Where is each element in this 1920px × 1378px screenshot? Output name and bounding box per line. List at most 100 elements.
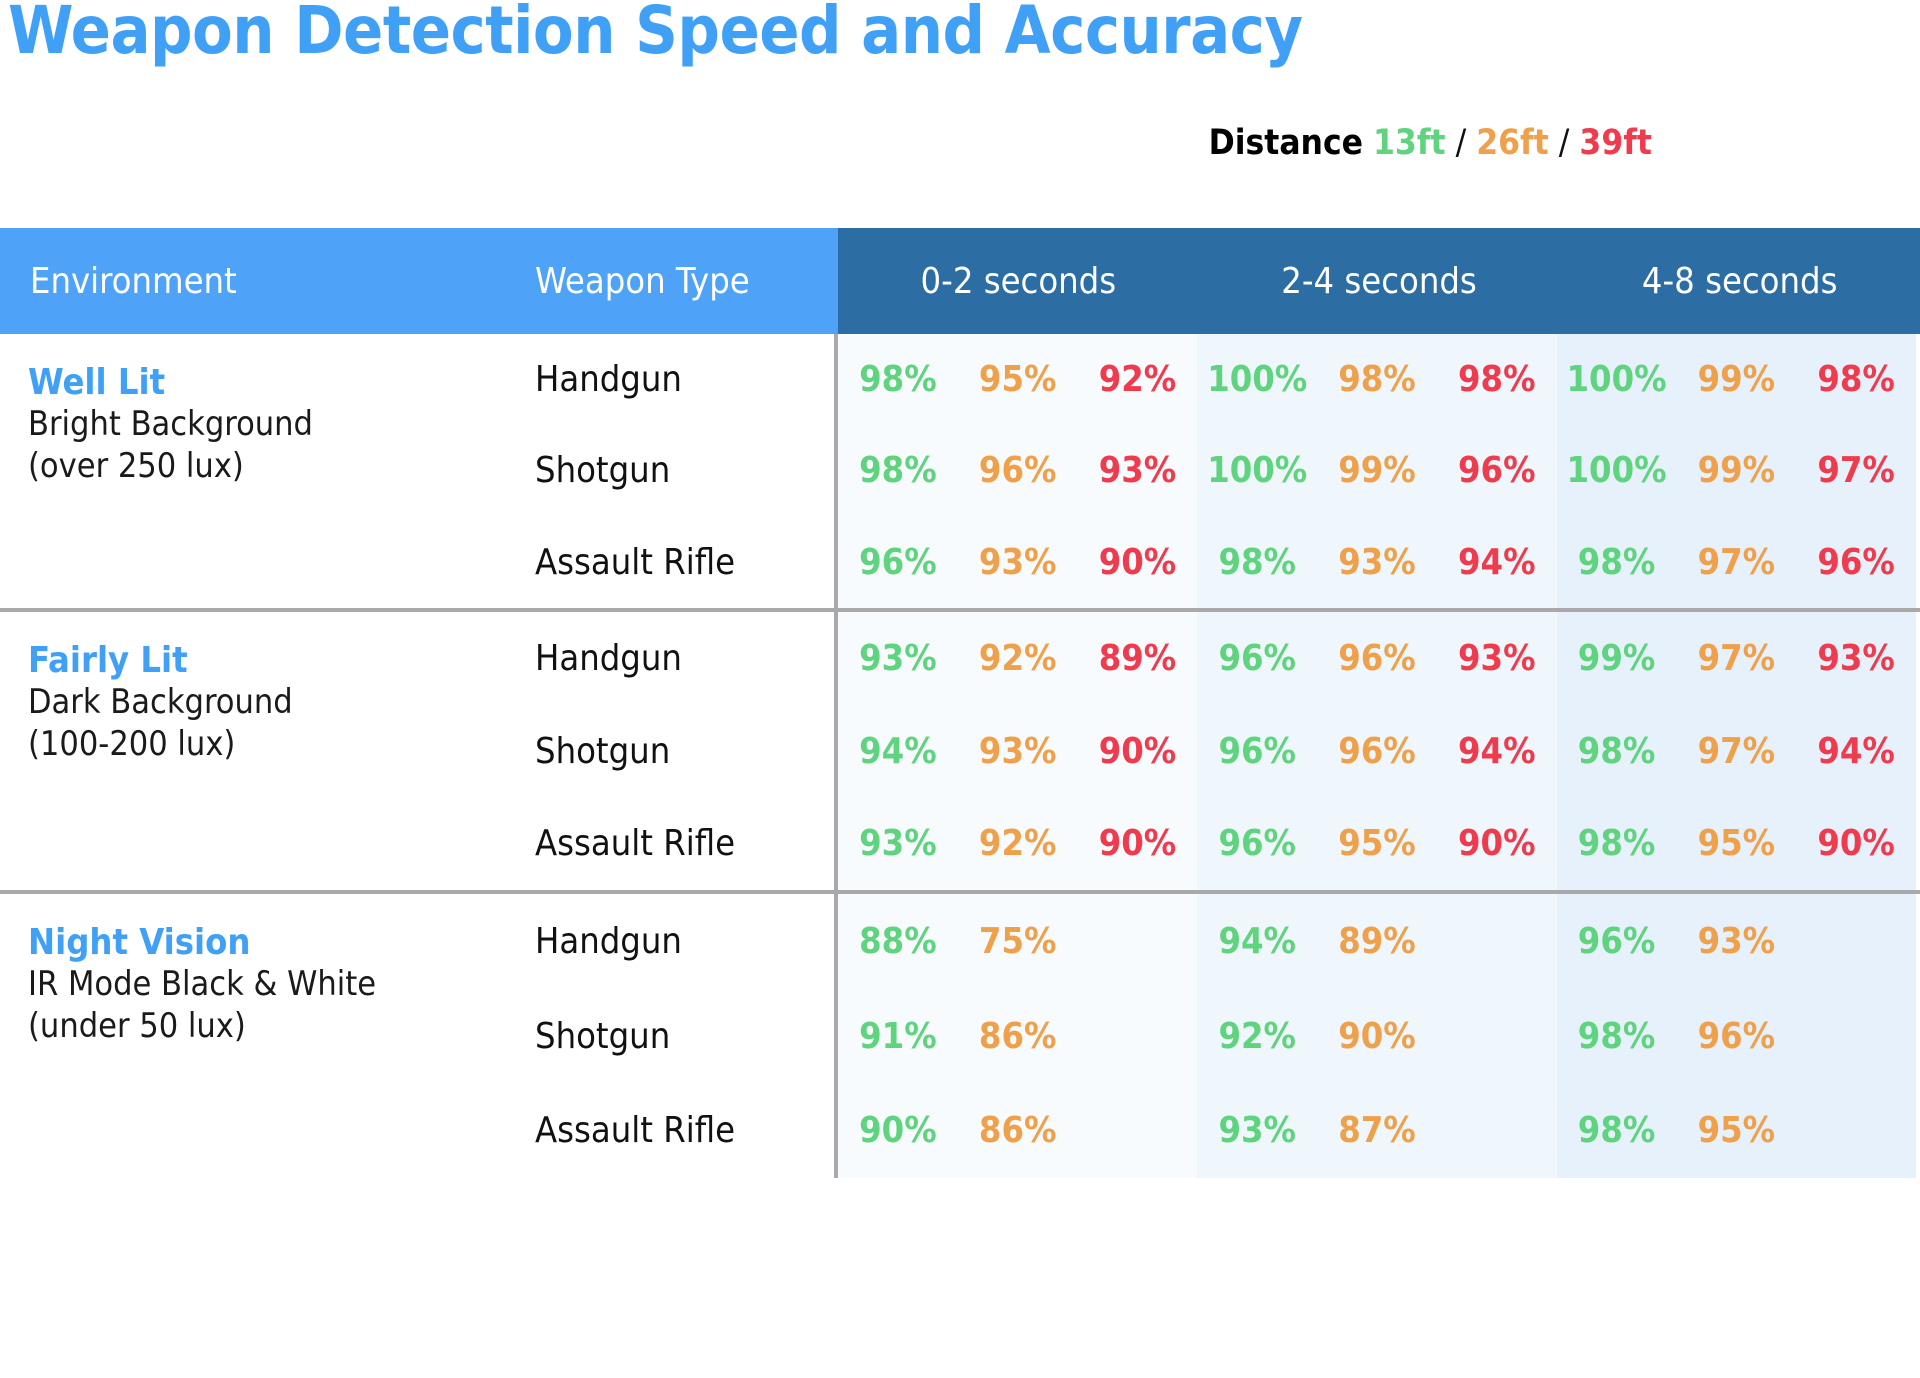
accuracy-value-cell: 95% [1697, 1110, 1776, 1152]
environment-name: Fairly Lit [28, 640, 188, 681]
accuracy-value-cell: 100% [1207, 359, 1308, 401]
accuracy-value-cell: 91% [859, 1015, 937, 1057]
column-header-weapon-type: Weapon Type [530, 228, 838, 334]
accuracy-value-cell: 93% [859, 637, 937, 679]
column-header-time-4-8: 4-8 seconds [1641, 260, 1838, 302]
legend-label: Distance [1208, 123, 1364, 163]
page-title: Weapon Detection Speed and Accuracy [8, 0, 1303, 69]
accuracy-value-cell: 92% [978, 823, 1057, 865]
table-row: 98% 97% 94% [1557, 705, 1916, 798]
accuracy-value-cell: 89% [1338, 920, 1416, 962]
accuracy-value-cell: 96% [1817, 541, 1895, 583]
table-row: 96% 96% 94% [1197, 705, 1556, 798]
accuracy-value-cell: 90% [1098, 541, 1177, 583]
accuracy-value-cell: 98% [1577, 823, 1656, 865]
time-block-column: 100% 99% 98% 100% 99% 97% 98% 97% 96% [1556, 334, 1916, 608]
accuracy-value-cell: 93% [859, 823, 937, 865]
accuracy-value-cell: 98% [1577, 1015, 1656, 1057]
table-row: 96% 96% 93% [1197, 612, 1556, 705]
accuracy-value-cell: 96% [1577, 920, 1656, 962]
accuracy-value-cell: 93% [1338, 541, 1416, 583]
accuracy-value-cell: 95% [1697, 823, 1776, 865]
accuracy-value-cell: 98% [1338, 359, 1416, 401]
table-row: 93% 87% [1197, 1083, 1556, 1178]
environment-lux: (under 50 lux) [28, 1005, 246, 1046]
weapon-type-cell: Handgun [535, 359, 682, 401]
weapon-type-cell: Shotgun [535, 1015, 671, 1057]
accuracy-value-cell: 100% [1566, 359, 1667, 401]
accuracy-value-cell: 97% [1697, 541, 1776, 583]
environment-subtitle: IR Mode Black & White [28, 964, 377, 1005]
accuracy-value-cell: 93% [1817, 637, 1895, 679]
time-block-column: 94% 89% 92% 90% 93% 87% [1197, 894, 1557, 1178]
accuracy-value-cell: 90% [1817, 823, 1895, 865]
legend-separator-1: / [1455, 123, 1467, 163]
environment-group: Night Vision IR Mode Black & White (under … [0, 894, 1920, 1178]
environment-subtitle: Dark Background [28, 682, 293, 723]
environment-lux: (100-200 lux) [28, 723, 236, 764]
accuracy-value-cell: 94% [1458, 730, 1536, 772]
table-row: 92% 90% [1197, 989, 1556, 1084]
accuracy-value-cell: 75% [978, 920, 1057, 962]
time-block-column: 88% 75% 91% 86% 90% 86% [838, 894, 1198, 1178]
accuracy-value-cell: 90% [1098, 823, 1177, 865]
accuracy-value-cell: 90% [1458, 823, 1536, 865]
accuracy-value-cell: 95% [978, 359, 1057, 401]
accuracy-value-cell: 92% [1218, 1015, 1296, 1057]
accuracy-value-cell: 94% [859, 730, 937, 772]
accuracy-value-cell: 96% [1697, 1015, 1776, 1057]
table-row: 98% 96% [1557, 989, 1916, 1084]
accuracy-value-cell: 98% [1458, 359, 1536, 401]
accuracy-value-cell: 96% [1218, 730, 1296, 772]
table-header-row: Environment Weapon Type 0-2 seconds 2-4 … [0, 228, 1920, 334]
weapon-type-cell: Assault Rifle [535, 823, 736, 865]
accuracy-value-cell: 99% [1697, 450, 1776, 492]
accuracy-value-cell: 98% [1577, 730, 1656, 772]
table-row: 98% 96% 93% [838, 425, 1197, 516]
data-columns: 93% 92% 89% 94% 93% 90% 93% 92% 90% 96% 96% 93% 96% 9… [838, 612, 1916, 890]
accuracy-value-cell: 98% [859, 450, 937, 492]
time-block-column: 96% 93% 98% 96% 98% 95% [1556, 894, 1916, 1178]
accuracy-value-cell: 86% [978, 1015, 1057, 1057]
accuracy-value-cell: 93% [1218, 1110, 1296, 1152]
table-row: 96% 95% 90% [1197, 797, 1556, 890]
weapon-type-cell: Handgun [535, 637, 682, 679]
weapon-type-cell: Handgun [535, 920, 682, 962]
table-row: 100% 99% 97% [1557, 425, 1916, 516]
time-block-column: 96% 96% 93% 96% 96% 94% 96% 95% 90% [1197, 612, 1557, 890]
accuracy-value-cell: 97% [1817, 450, 1895, 492]
table-row: 98% 95% 92% [838, 334, 1197, 425]
table-row: 91% 86% [838, 989, 1197, 1084]
accuracy-value-cell: 90% [1338, 1015, 1416, 1057]
legend-distance-13ft: 13ft [1373, 123, 1446, 163]
environment-cell: Night Vision IR Mode Black & White (under … [0, 894, 530, 1178]
accuracy-value-cell: 93% [1697, 920, 1776, 962]
table-row: 100% 98% 98% [1197, 334, 1556, 425]
accuracy-value-cell: 98% [859, 359, 937, 401]
environment-group: Well Lit Bright Background (over 250 lux) H… [0, 334, 1920, 612]
accuracy-value-cell: 94% [1458, 541, 1536, 583]
accuracy-value-cell: 96% [978, 450, 1057, 492]
accuracy-value-cell: 96% [1218, 823, 1296, 865]
column-header-environment: Environment [0, 228, 530, 334]
detection-table: Environment Weapon Type 0-2 seconds 2-4 … [0, 228, 1920, 1178]
accuracy-value-cell: 98% [1817, 359, 1895, 401]
table-row: 93% 92% 90% [838, 797, 1197, 890]
time-block-column: 99% 97% 93% 98% 97% 94% 98% 95% 90% [1556, 612, 1916, 890]
table-row: 90% 86% [838, 1083, 1197, 1178]
accuracy-value-cell: 96% [1458, 450, 1536, 492]
infographic-table-page: Weapon Detection Speed and Accuracy Dist… [0, 0, 1920, 1378]
accuracy-value-cell: 90% [1098, 730, 1177, 772]
legend-distance-26ft: 26ft [1476, 123, 1549, 163]
environment-cell: Well Lit Bright Background (over 250 lux) [0, 334, 530, 608]
accuracy-value-cell: 93% [1458, 637, 1536, 679]
accuracy-value-cell: 88% [859, 920, 937, 962]
accuracy-value-cell: 99% [1577, 637, 1656, 679]
environment-name: Night Vision [28, 922, 251, 963]
table-row: 98% 95% 90% [1557, 797, 1916, 890]
accuracy-value-cell: 93% [978, 541, 1057, 583]
column-header-time-0-2: 0-2 seconds [920, 260, 1117, 302]
time-block-column: 100% 98% 98% 100% 99% 96% 98% 93% 94% [1197, 334, 1557, 608]
table-row: 100% 99% 98% [1557, 334, 1916, 425]
table-body: Well Lit Bright Background (over 250 lux) H… [0, 334, 1920, 1178]
